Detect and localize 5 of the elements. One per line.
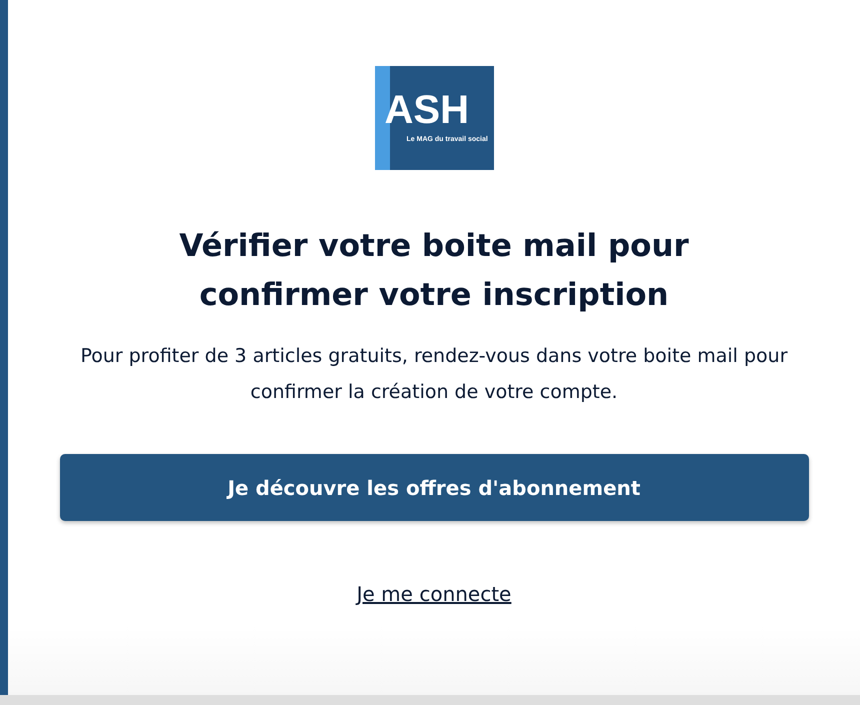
logo-title: ASH (384, 88, 469, 132)
login-link[interactable]: Je me connecte (356, 579, 512, 609)
heading: Vérifier votre boite mail pour confirmer votre inscription (178, 227, 690, 315)
message: Pour profiter de 3 articles gratuits, rendez-vous dans votre boite mail pour confirmer la création de votre compte. (79, 344, 789, 405)
subscription-offers-button[interactable]: Je découvre les offres d'abonnement (60, 454, 808, 521)
